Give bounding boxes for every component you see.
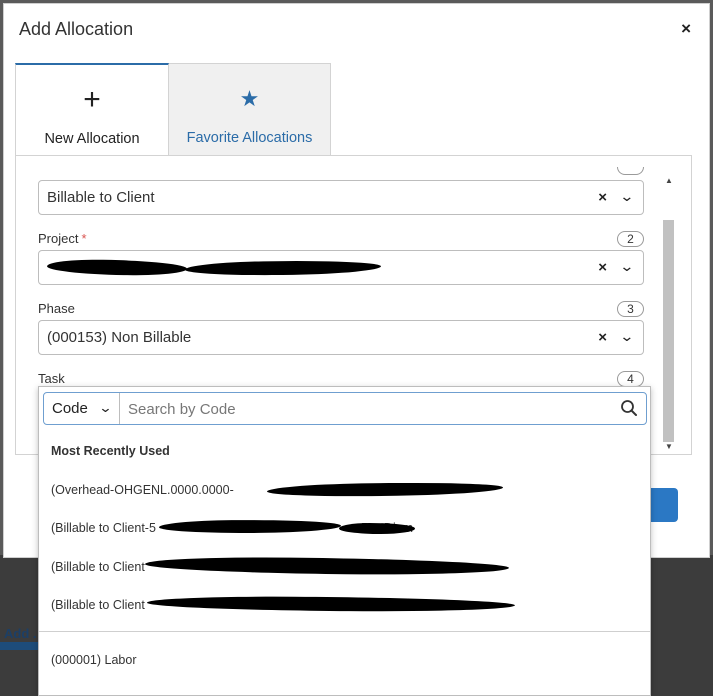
redaction-mark: [158, 519, 342, 534]
tab-favorite-allocations[interactable]: ★ Favorite Allocations: [169, 63, 331, 156]
tab-new-allocation[interactable]: + New Allocation: [15, 63, 169, 156]
modal-title: Add Allocation: [19, 19, 134, 39]
search-type-select[interactable]: Code ⌄: [44, 393, 120, 424]
scrollbar-thumb[interactable]: [663, 220, 674, 442]
step-badge-3: 3: [617, 301, 644, 317]
allocation-type-select[interactable]: Billable to Client × ⌄: [38, 180, 644, 215]
redaction-mark: [144, 556, 510, 576]
list-item[interactable]: (Overhead-OHGENL.0000.0000-: [51, 483, 234, 497]
step-badge-2: 2: [617, 231, 644, 247]
phase-label: Phase: [38, 301, 75, 316]
task-label: Task: [38, 371, 65, 386]
chevron-down-icon[interactable]: ⌄: [620, 258, 635, 275]
close-icon[interactable]: ×: [681, 19, 691, 39]
tab-favorite-allocations-label: Favorite Allocations: [186, 130, 313, 146]
phase-select[interactable]: (000153) Non Billable × ⌄: [38, 320, 644, 355]
phase-value: (000153) Non Billable: [47, 329, 192, 346]
redaction-mark: [266, 480, 504, 499]
project-label: Project *: [38, 231, 87, 246]
redaction-mark: [46, 258, 188, 277]
required-mark: *: [81, 231, 87, 246]
chevron-down-icon[interactable]: ⌄: [620, 328, 635, 345]
clear-icon[interactable]: ×: [598, 329, 607, 346]
form-scrollbar[interactable]: ▲ ▼: [662, 170, 676, 453]
task-dropdown: Code ⌄ Most Recently Used (Overhead-OHGE…: [38, 386, 651, 696]
plus-icon: +: [83, 83, 101, 116]
dropdown-divider: [39, 631, 650, 632]
background-accent-bar: [0, 642, 40, 650]
tab-new-allocation-label: New Allocation: [44, 131, 140, 147]
redaction-mark: [339, 523, 415, 534]
star-icon: ★: [239, 86, 260, 111]
list-item[interactable]: (000001) Labor: [51, 653, 136, 667]
allocation-type-value: Billable to Client: [47, 189, 155, 206]
clear-icon[interactable]: ×: [598, 259, 607, 276]
most-recently-used-heading: Most Recently Used: [51, 444, 170, 458]
chevron-down-icon[interactable]: ⌄: [620, 188, 635, 205]
list-item[interactable]: (Billable to Client: [51, 560, 145, 574]
list-item[interactable]: (Billable to Client: [51, 598, 145, 612]
background-add-link: Add .: [4, 626, 37, 641]
step-badge-1: [617, 167, 644, 175]
scroll-down-icon[interactable]: ▼: [665, 442, 673, 451]
redaction-mark: [184, 259, 382, 277]
search-icon[interactable]: [620, 399, 638, 417]
clear-icon[interactable]: ×: [598, 189, 607, 206]
step-badge-4: 4: [617, 371, 644, 387]
list-item[interactable]: (Billable to Client-5: [51, 521, 156, 535]
task-search-input[interactable]: [128, 398, 608, 420]
project-select[interactable]: × ⌄: [38, 250, 644, 285]
redaction-mark: [146, 595, 516, 613]
search-type-value: Code: [52, 400, 88, 417]
chevron-down-icon: ⌄: [98, 400, 113, 415]
task-search-bar: Code ⌄: [43, 392, 647, 425]
scroll-up-icon[interactable]: ▲: [665, 176, 673, 185]
